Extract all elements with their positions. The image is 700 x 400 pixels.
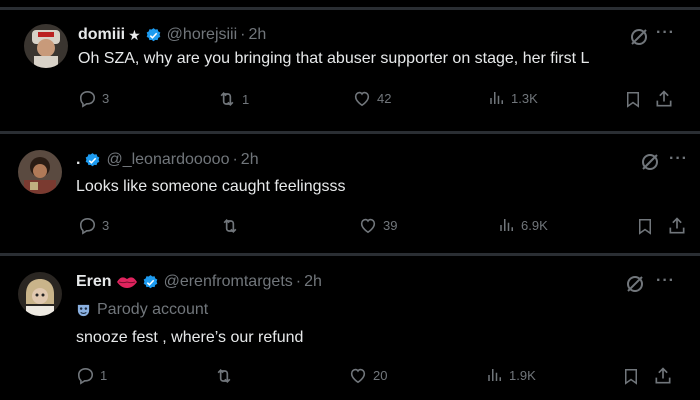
tweet-3[interactable]: Eren @erenfromtargets · 2h ··· Parody ac… bbox=[0, 256, 700, 400]
avatar[interactable] bbox=[18, 272, 62, 316]
retweet-icon bbox=[217, 368, 231, 384]
retweet-icon bbox=[223, 218, 237, 234]
bookmark-icon[interactable] bbox=[622, 367, 640, 386]
verified-badge-icon bbox=[86, 152, 100, 166]
more-icon[interactable]: ··· bbox=[656, 272, 675, 290]
like-count: 42 bbox=[377, 91, 392, 106]
tweet-actions: 3 39 6.9K bbox=[0, 216, 700, 238]
reply-count: 3 bbox=[102, 218, 110, 233]
reply-button[interactable]: 1 bbox=[76, 366, 107, 385]
avatar[interactable] bbox=[18, 150, 62, 194]
name-suffix: ★ bbox=[128, 26, 141, 43]
verified-badge-icon bbox=[146, 27, 160, 41]
views-icon bbox=[500, 219, 513, 231]
tweet-text: snooze fest , where’s our refund bbox=[76, 329, 304, 346]
views-count: 1.3K bbox=[511, 90, 538, 106]
bookmark-icon[interactable] bbox=[624, 90, 642, 109]
verified-badge-icon bbox=[143, 274, 157, 288]
timestamp[interactable]: 2h bbox=[241, 151, 259, 169]
tweet-actions: 3 1 42 1.3K bbox=[0, 89, 700, 111]
tweet-text: Oh SZA, why are you bringing that abuser… bbox=[78, 50, 590, 67]
views-button[interactable]: 1.9K bbox=[486, 366, 536, 384]
like-button[interactable]: 20 bbox=[348, 366, 387, 385]
tweet-1[interactable]: domiii ★ @horejsiii · 2h ··· Oh SZA, why… bbox=[0, 10, 700, 131]
timestamp[interactable]: 2h bbox=[304, 273, 322, 291]
tweet-text: Looks like someone caught feelingsss bbox=[76, 178, 346, 195]
reply-count: 1 bbox=[100, 368, 108, 383]
views-count: 1.9K bbox=[509, 367, 536, 383]
views-count: 6.9K bbox=[521, 217, 548, 233]
reply-icon bbox=[77, 367, 94, 385]
views-button[interactable]: 1.3K bbox=[488, 89, 538, 107]
tweet-header: Eren @erenfromtargets · 2h bbox=[76, 273, 322, 291]
share-icon[interactable] bbox=[653, 366, 673, 386]
avatar[interactable] bbox=[24, 24, 68, 68]
grok-icon[interactable] bbox=[625, 274, 645, 294]
display-name[interactable]: . bbox=[76, 151, 80, 169]
more-icon[interactable]: ··· bbox=[669, 150, 688, 168]
grok-icon[interactable] bbox=[640, 152, 660, 172]
handle[interactable]: @_leonardooooo bbox=[106, 151, 229, 169]
like-count: 39 bbox=[383, 218, 398, 233]
lips-emoji-icon bbox=[116, 277, 137, 288]
reply-button[interactable]: 3 bbox=[78, 216, 109, 235]
bookmark-icon[interactable] bbox=[636, 217, 654, 236]
grok-icon[interactable] bbox=[629, 27, 649, 47]
tweet-header: . @_leonardooooo · 2h bbox=[76, 151, 259, 169]
like-icon bbox=[354, 91, 370, 107]
parody-label: Parody account bbox=[76, 301, 208, 319]
retweet-icon bbox=[220, 91, 234, 107]
display-name[interactable]: domiii bbox=[78, 26, 125, 44]
retweet-button[interactable]: 1 bbox=[217, 89, 249, 109]
views-icon bbox=[488, 369, 501, 381]
timestamp[interactable]: 2h bbox=[248, 26, 266, 44]
parody-text: Parody account bbox=[97, 301, 209, 318]
tweet-actions: 1 20 1.9K bbox=[0, 366, 700, 388]
tweet-2[interactable]: . @_leonardooooo · 2h ··· Looks like som… bbox=[0, 134, 700, 253]
handle[interactable]: @horejsiii bbox=[167, 26, 237, 44]
reply-icon bbox=[79, 90, 96, 108]
handle[interactable]: @erenfromtargets bbox=[164, 273, 293, 291]
retweet-button[interactable] bbox=[214, 366, 239, 386]
like-count: 20 bbox=[373, 368, 388, 383]
retweet-count: 1 bbox=[242, 91, 250, 107]
more-icon[interactable]: ··· bbox=[656, 24, 675, 42]
views-icon bbox=[490, 92, 503, 104]
retweet-button[interactable] bbox=[220, 216, 245, 236]
like-icon bbox=[350, 368, 366, 384]
display-name[interactable]: Eren bbox=[76, 273, 112, 291]
like-button[interactable]: 39 bbox=[358, 216, 397, 235]
reply-icon bbox=[79, 217, 96, 235]
reply-button[interactable]: 3 bbox=[78, 89, 109, 108]
like-icon bbox=[360, 218, 376, 234]
tweet-header: domiii ★ @horejsiii · 2h bbox=[78, 26, 267, 44]
views-button[interactable]: 6.9K bbox=[498, 216, 548, 234]
like-button[interactable]: 42 bbox=[352, 89, 391, 108]
share-icon[interactable] bbox=[667, 216, 687, 236]
parody-mask-icon bbox=[77, 304, 90, 316]
share-icon[interactable] bbox=[654, 89, 674, 109]
reply-count: 3 bbox=[102, 91, 110, 106]
